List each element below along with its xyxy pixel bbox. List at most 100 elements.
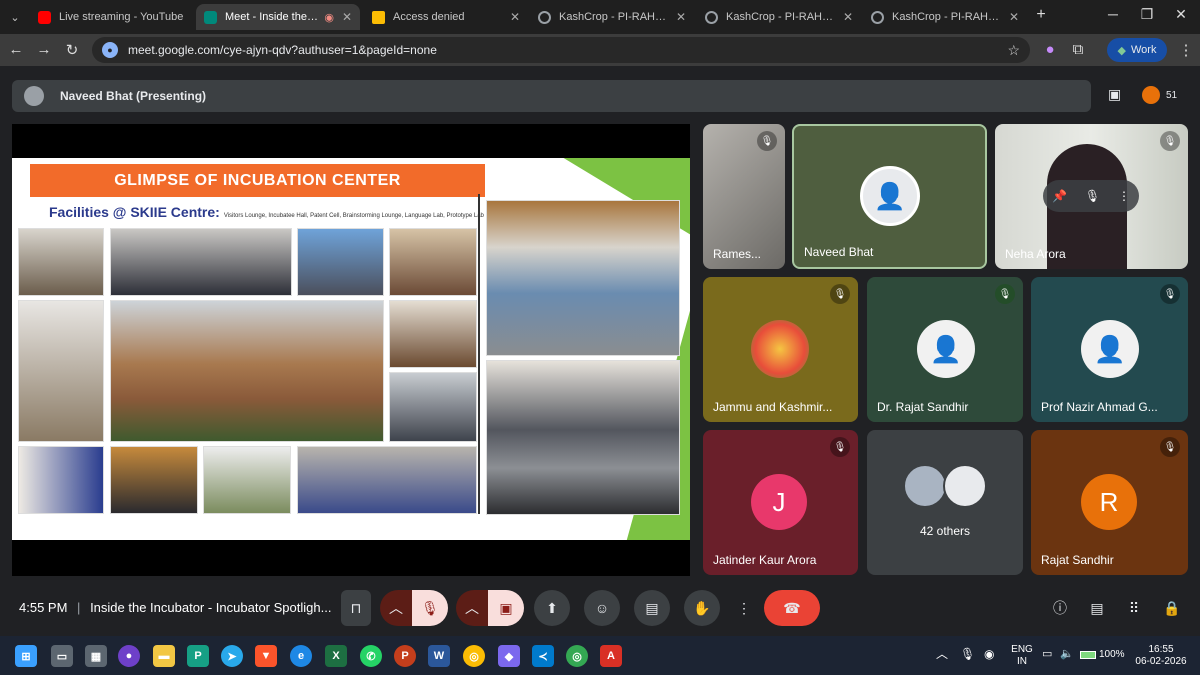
task-view-icon[interactable]: ▭ [51,645,73,667]
avatar: 👤 [917,320,975,378]
display-icon[interactable]: ▭ [1042,648,1052,660]
participant-tile[interactable]: 🎙 📌 🎙 ⋮ Neha Arora [995,124,1188,269]
tab-kashcrop-2[interactable]: KashCrop - PI-RAHI Showc ✕ [697,4,861,30]
app-icon[interactable]: P [187,645,209,667]
chat-button[interactable]: ▤ [1085,590,1109,626]
app-icon[interactable]: ◆ [498,645,520,667]
tab-search-button[interactable]: ⌄ [4,4,26,30]
forward-button[interactable]: → [34,41,54,58]
browser-toolbar: ← → ↻ ● meet.google.com/cye-ajyn-qdv?aut… [0,34,1200,66]
acrobat-icon[interactable]: A [600,645,622,667]
present-screen-button[interactable]: ⬆ [534,590,570,626]
captions-button[interactable]: ▤ [634,590,670,626]
extensions-icon[interactable]: ⧉ [1068,41,1088,58]
clock[interactable]: 16:55 06-02-2026 [1132,644,1190,668]
chrome-icon[interactable]: ◎ [463,645,485,667]
minimize-button[interactable]: ─ [1098,6,1128,22]
file-explorer-icon[interactable]: ▬ [153,645,175,667]
word-icon[interactable]: W [428,645,450,667]
participant-tile[interactable]: 🎙 Jammu and Kashmir... [703,277,858,422]
microphone-icon[interactable]: 🎙 [960,648,975,660]
close-window-button[interactable]: ✕ [1166,6,1196,23]
participant-tile[interactable]: 🎙 R Rajat Sandhir [1031,430,1188,575]
person-icon: 👤 [873,180,907,211]
start-windows-icon[interactable]: ⊞ [15,645,37,667]
slide-facilities-heading: Facilities @ SKIIE Centre: Visitors Loung… [49,204,484,220]
location-icon[interactable]: ◉ [984,648,994,660]
profile-button[interactable]: ◆ Work [1107,38,1167,62]
activities-button[interactable]: ⠿ [1122,590,1146,626]
language-indicator[interactable]: ENG IN [1010,644,1034,668]
profile-extension-icon[interactable]: ● [1040,41,1060,58]
participant-tile[interactable]: 🎙 👤 Dr. Rajat Sandhir [867,277,1023,422]
participant-tile[interactable]: 🎙 👤 Prof Nazir Ahmad G... [1031,277,1188,422]
slide-divider [478,194,480,514]
close-icon[interactable]: ✕ [676,10,686,24]
close-icon[interactable]: ✕ [1009,10,1019,24]
brave-icon[interactable]: ▼ [255,645,277,667]
slide-photo [389,228,477,296]
excel-icon[interactable]: X [325,645,347,667]
more-options-button[interactable]: ⋮ [734,590,754,626]
edge-icon[interactable]: e [290,645,312,667]
battery-indicator[interactable]: 100% [1080,649,1125,661]
new-tab-button[interactable]: + [1026,6,1056,24]
raise-hand-button[interactable]: ✋ [684,590,720,626]
hand-tool-icon[interactable]: ⊓ [341,590,371,626]
reactions-button[interactable]: ☺ [584,590,620,626]
participants-button[interactable]: 51 [1142,86,1177,104]
camera-options-button[interactable]: ︿ [456,590,488,626]
leave-call-button[interactable]: ☎ [764,590,820,626]
avatar [24,86,44,106]
pin-icon[interactable]: 📌 [1052,189,1067,203]
chevron-up-icon[interactable]: ︿ [936,648,948,660]
clock-time: 16:55 [1148,644,1174,655]
site-info-icon[interactable]: ● [102,42,118,58]
slide-photo [110,446,198,514]
meeting-details-button[interactable]: ⓘ [1048,590,1072,626]
powerpoint-icon[interactable]: P [394,645,416,667]
bookmark-star-icon[interactable]: ☆ [1007,42,1020,59]
participant-tile-others[interactable]: 42 others [867,430,1023,575]
menu-icon[interactable]: ⋮ [1176,41,1196,59]
info-icon: ⓘ [1053,600,1067,616]
vscode-icon[interactable]: ≺ [532,645,554,667]
volume-icon[interactable]: 🔈 [1060,648,1074,660]
github-icon[interactable]: ● [118,645,140,667]
url-text: meet.google.com/cye-ajyn-qdv?authuser=1&… [128,43,437,57]
camera-off-icon[interactable]: ▣ [1108,86,1121,103]
camera-toggle-button[interactable]: ▣ [488,590,524,626]
tab-meet[interactable]: Meet - Inside the Incub ◉ ✕ [196,4,360,30]
tab-access-denied[interactable]: Access denied ✕ [364,4,528,30]
participant-name: Jammu and Kashmir... [713,400,833,414]
close-icon[interactable]: ✕ [342,10,352,24]
participant-tile[interactable]: 🎙 J Jatinder Kaur Arora [703,430,858,575]
restore-button[interactable]: ❐ [1132,6,1162,23]
participant-name: Dr. Rajat Sandhir [877,400,969,414]
tab-youtube[interactable]: Live streaming - YouTube [30,4,194,30]
chrome-icon[interactable]: ◎ [566,645,588,667]
telegram-icon[interactable]: ➤ [221,645,243,667]
mic-off-icon: 🎙 [830,437,850,457]
tab-kashcrop-3[interactable]: KashCrop - PI-RAHI Showc ✕ [863,4,1027,30]
host-controls-button[interactable]: 🔒 [1160,590,1184,626]
participant-tile[interactable]: 🎙 Rames... [703,124,785,269]
address-bar[interactable]: ● meet.google.com/cye-ajyn-qdv?authuser=… [92,37,1030,63]
more-options-icon[interactable]: ⋮ [1118,189,1130,203]
tab-kashcrop-1[interactable]: KashCrop - PI-RAHI Showc ✕ [530,4,694,30]
lock-person-icon: 🔒 [1163,599,1181,616]
mic-toggle-button[interactable]: 🎙 [412,590,448,626]
close-icon[interactable]: ✕ [510,10,520,24]
slide-photo [203,446,291,514]
participant-tile-active-speaker[interactable]: 👤 Naveed Bhat [792,124,987,269]
clock-date: 06-02-2026 [1135,656,1187,667]
mic-off-icon[interactable]: 🎙 [1085,189,1100,203]
whatsapp-icon[interactable]: ✆ [360,645,382,667]
mic-options-button[interactable]: ︿ [380,590,412,626]
drive-icon [372,10,385,24]
widgets-icon[interactable]: ▦ [85,645,107,667]
reload-button[interactable]: ↻ [62,41,82,59]
chevron-up-icon: ︿ [465,600,479,616]
close-icon[interactable]: ✕ [843,10,853,24]
back-button[interactable]: ← [6,41,26,58]
